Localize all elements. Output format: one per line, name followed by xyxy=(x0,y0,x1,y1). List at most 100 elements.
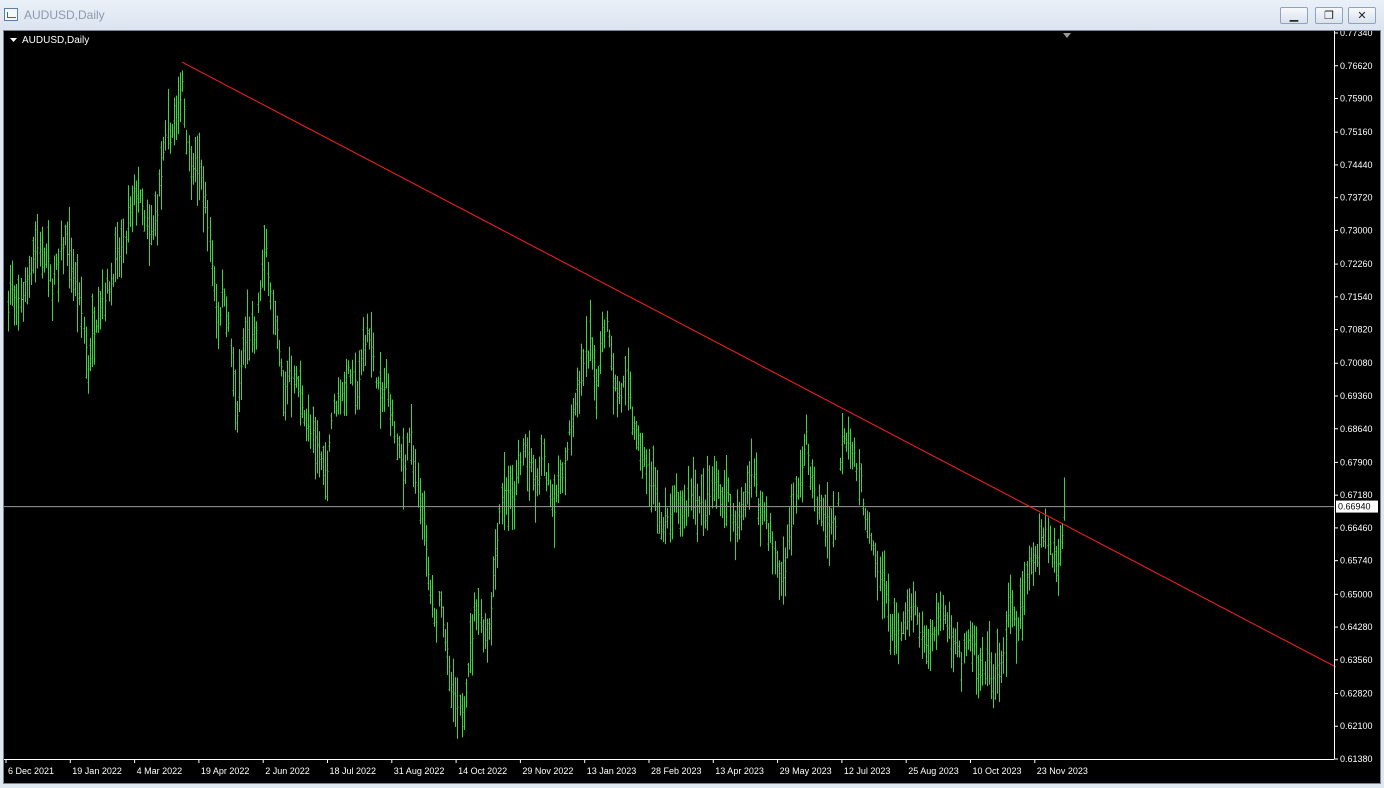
price-bar xyxy=(95,319,98,333)
close-button[interactable]: ✕ xyxy=(1348,7,1376,24)
price-bar xyxy=(417,462,420,508)
price-bar xyxy=(204,181,207,214)
price-bar xyxy=(45,243,48,268)
price-bar xyxy=(431,574,434,618)
price-bar xyxy=(954,628,957,655)
price-bar xyxy=(173,97,176,146)
price-bar xyxy=(39,231,42,267)
time-tick-label: 10 Oct 2023 xyxy=(973,766,1022,776)
price-bar xyxy=(146,199,149,240)
price-bar xyxy=(694,469,697,525)
price-bar xyxy=(339,379,342,415)
price-bar xyxy=(732,503,735,532)
price-bar xyxy=(448,655,451,692)
chart-shift-marker-icon[interactable] xyxy=(1063,33,1071,38)
price-bar xyxy=(286,360,289,405)
price-bar xyxy=(925,625,928,665)
price-chart[interactable]: 0.77340 0.76620 0.75900 0.75160 0.74440 0.737… xyxy=(4,31,1380,783)
price-bar xyxy=(60,220,63,261)
price-bar xyxy=(763,502,766,522)
price-bar xyxy=(469,612,472,674)
restore-icon: ❐ xyxy=(1324,9,1334,22)
price-bar xyxy=(524,433,527,458)
price-bar xyxy=(486,618,489,663)
price-bar xyxy=(370,311,373,378)
price-bar xyxy=(755,452,758,497)
price-bar xyxy=(662,516,665,542)
price-bar xyxy=(711,466,714,509)
price-bar xyxy=(152,215,155,240)
minimize-button[interactable]: ▁ xyxy=(1280,7,1308,24)
price-bar xyxy=(771,531,774,575)
price-bar xyxy=(669,493,672,543)
price-bar xyxy=(629,371,632,410)
price-bar xyxy=(729,493,732,542)
price-bar xyxy=(511,465,514,530)
price-bar xyxy=(811,459,814,499)
minimize-icon: ▁ xyxy=(1289,9,1299,22)
price-bar xyxy=(265,228,268,258)
price-bar xyxy=(198,132,201,201)
price-bar xyxy=(41,226,44,279)
price-bar xyxy=(696,483,699,543)
price-bar xyxy=(603,319,606,349)
price-bar xyxy=(381,382,384,413)
price-bar xyxy=(1038,513,1041,576)
price-bar xyxy=(889,613,892,655)
price-bar xyxy=(650,461,653,513)
price-bar xyxy=(704,499,707,529)
price-bar xyxy=(209,217,212,263)
time-axis[interactable]: 6 Dec 2021 19 Jan 2022 4 Mar 2022 19 Apr 20… xyxy=(4,759,1334,776)
price-bar xyxy=(767,522,770,551)
price-bar xyxy=(1030,547,1033,575)
price-bar xyxy=(15,283,18,326)
price-bar xyxy=(996,628,999,694)
price-tick-label: 0.67900 xyxy=(1340,457,1373,467)
price-bar xyxy=(274,300,277,336)
price-bar xyxy=(673,485,676,513)
price-bar xyxy=(396,433,399,461)
price-bar xyxy=(971,622,974,672)
price-bar xyxy=(278,339,281,367)
price-bar xyxy=(246,289,249,365)
time-tick-label: 19 Apr 2022 xyxy=(201,766,250,776)
price-bar xyxy=(969,620,972,652)
price-bar xyxy=(24,267,27,302)
price-bar xyxy=(860,463,863,493)
price-bar xyxy=(918,612,921,648)
price-bar xyxy=(452,658,455,723)
price-bar xyxy=(410,403,413,465)
price-bar xyxy=(259,280,262,302)
price-axis[interactable]: 0.77340 0.76620 0.75900 0.75160 0.74440 0.737… xyxy=(1334,31,1373,764)
price-tick-label: 0.69360 xyxy=(1340,391,1373,401)
price-bar xyxy=(372,332,375,372)
price-bar xyxy=(101,269,104,320)
chart-area[interactable]: 0.77340 0.76620 0.75900 0.75160 0.74440 0.737… xyxy=(3,30,1381,784)
price-bar xyxy=(318,431,321,478)
price-bar xyxy=(190,145,193,201)
chart-window-icon xyxy=(4,8,18,21)
price-bar xyxy=(9,264,12,305)
price-bar xyxy=(1013,606,1016,627)
price-bar xyxy=(131,185,134,233)
price-bar xyxy=(43,247,46,273)
price-bar xyxy=(454,677,457,727)
price-bar xyxy=(559,459,562,494)
price-bar xyxy=(351,359,354,386)
price-tick-label: 0.63560 xyxy=(1340,655,1373,665)
price-bar xyxy=(540,434,543,476)
price-bar xyxy=(284,371,287,421)
price-bar xyxy=(435,609,438,643)
price-bar xyxy=(440,591,443,618)
price-bar xyxy=(299,360,302,426)
maximize-button[interactable]: ❐ xyxy=(1315,7,1343,24)
price-tick-label: 0.76620 xyxy=(1340,61,1373,71)
price-bar xyxy=(1059,525,1062,566)
price-bar xyxy=(322,445,325,486)
price-bar xyxy=(858,449,861,506)
price-bar xyxy=(984,661,987,685)
price-bar xyxy=(106,268,109,294)
price-bar xyxy=(532,454,535,491)
price-bar xyxy=(998,642,1001,703)
price-bar xyxy=(580,343,583,396)
